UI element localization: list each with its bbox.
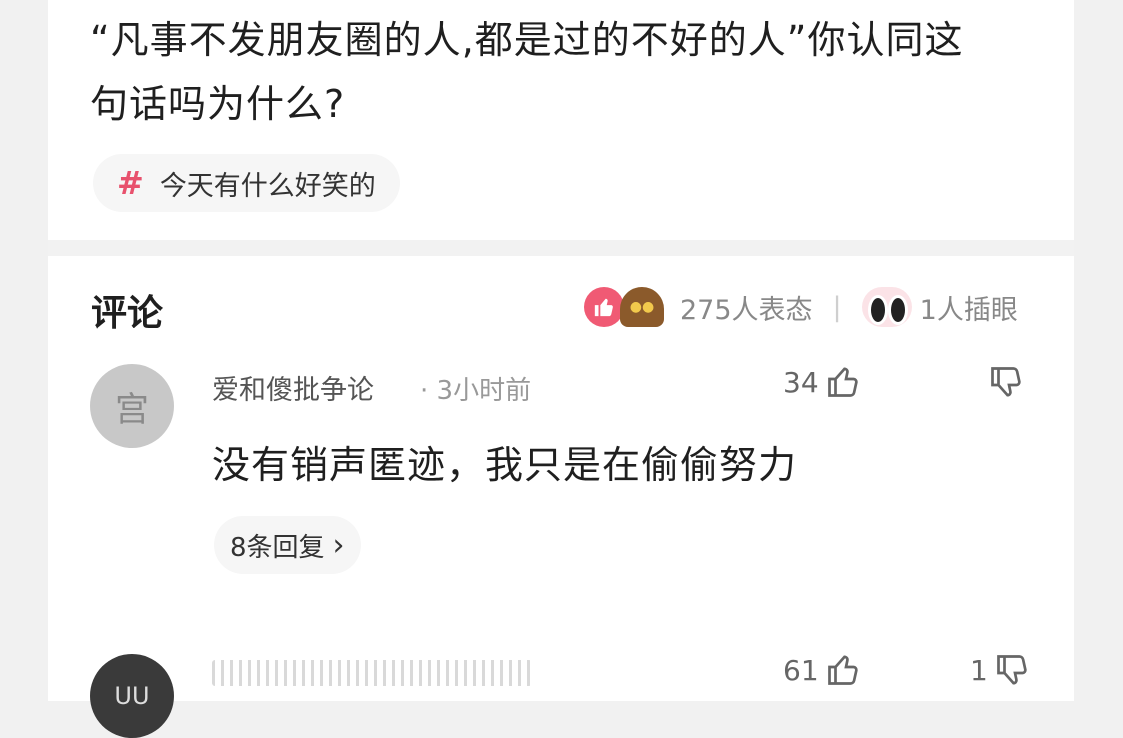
dislike-count: 1 [970,653,988,687]
comment-text: 没有销声匿迹，我只是在偷偷努力 [212,443,798,487]
comments-title: 评论 [91,293,164,334]
post-page: “凡事不发朋友圈的人,都是过的不好的人”你认同这 句话吗为什么? # 今天有什么… [48,0,1074,738]
dislike-button[interactable] [988,364,1024,400]
helmet-emoji-icon: ●● [620,287,664,327]
thumbs-up-icon [827,655,858,685]
replies-label: 8条回复 [230,532,325,563]
question-line-2: 句话吗为什么? [90,82,346,126]
dislike-button[interactable]: 1 [970,652,1030,688]
thumbs-down-icon [991,367,1021,397]
comment-username-blurred[interactable] [212,660,532,686]
question-line-1: “凡事不发朋友圈的人,都是过的不好的人”你认同这 [90,18,964,62]
thumbs-down-icon [996,655,1027,685]
avatar[interactable]: 宫 [90,364,174,448]
like-emoji-icon [584,287,624,327]
like-count: 61 [783,653,819,687]
reactions-bar[interactable]: ●● 275人表态 | 1人插眼 [584,284,1018,330]
avatar-glyph: UU [114,682,150,710]
view-replies-button[interactable]: 8条回复 › [214,516,361,574]
hash-icon: # [117,164,144,202]
thumbs-up-icon [827,367,858,397]
comment-item: 宫 爱和傻批争论 · 3小时前 34 没有销声匿迹，我只是在偷偷努力 8条回复 … [90,364,1050,594]
comment-time: · 3小时前 [420,376,532,406]
topic-tag[interactable]: # 今天有什么好笑的 [93,154,400,212]
comment-item: UU 61 1 [90,650,1050,738]
like-button[interactable]: 34 [783,364,861,400]
like-count: 34 [783,365,819,399]
avatar[interactable]: UU [90,654,174,738]
chevron-right-icon: › [332,527,345,563]
eyes-emoji-icon [861,287,912,327]
insert-eye-count: 1人插眼 [919,294,1018,326]
reaction-count: 275人表态 [680,294,813,326]
reaction-separator: | [832,291,842,323]
topic-label: 今天有什么好笑的 [159,170,376,202]
avatar-glyph: 宫 [115,389,149,430]
section-divider [48,240,1074,256]
like-button[interactable]: 61 [783,652,861,688]
comment-username[interactable]: 爱和傻批争论 [212,368,374,407]
post-question: “凡事不发朋友圈的人,都是过的不好的人”你认同这 句话吗为什么? [90,8,1050,136]
